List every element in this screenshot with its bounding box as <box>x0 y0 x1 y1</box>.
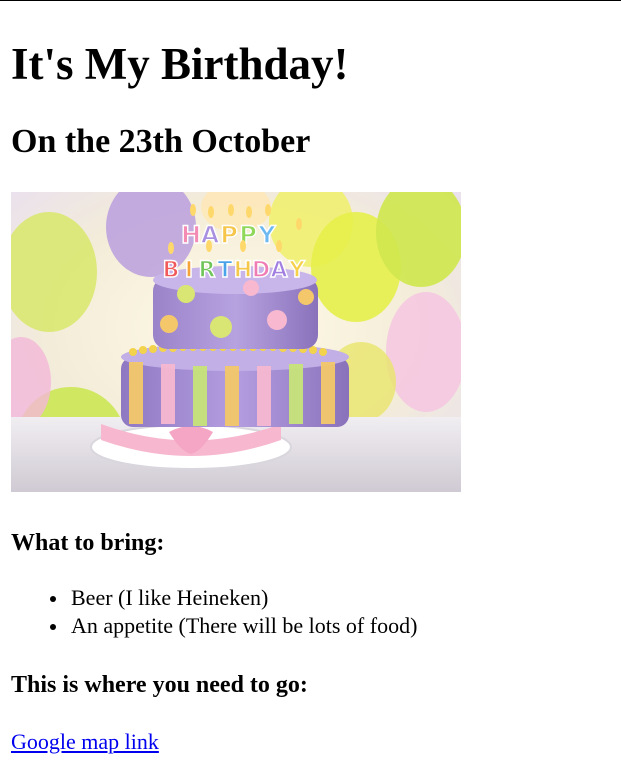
list-item: Beer (I like Heineken) <box>11 584 417 612</box>
candle-letter: R <box>199 258 216 283</box>
birthday-cake-image: H A P P Y B I R T H D A Y <box>11 192 461 492</box>
page-title: It's My Birthday! <box>11 39 349 89</box>
candle-letter: Y <box>257 221 276 249</box>
date-subtitle: On the 23th October <box>11 123 311 160</box>
candle-letter: D <box>252 258 270 283</box>
candle-letter: I <box>185 258 193 283</box>
candle-letter: Y <box>288 258 306 283</box>
cake-illustration: H A P P Y B I R T H D A Y <box>11 192 461 492</box>
candle-letter: H <box>234 258 252 283</box>
bring-list: Beer (I like Heineken) An appetite (Ther… <box>11 584 417 640</box>
candle-letter: T <box>217 258 232 283</box>
directions-heading: This is where you need to go: <box>11 672 308 698</box>
top-divider <box>0 0 621 1</box>
candle-letter: P <box>220 221 238 249</box>
candle-letter: B <box>163 258 180 283</box>
list-item: An appetite (There will be lots of food) <box>11 612 417 640</box>
google-map-link[interactable]: Google map link <box>11 728 159 756</box>
candle-letter: H <box>181 221 201 249</box>
candle-letter: A <box>270 258 287 283</box>
what-to-bring-heading: What to bring: <box>11 530 165 556</box>
